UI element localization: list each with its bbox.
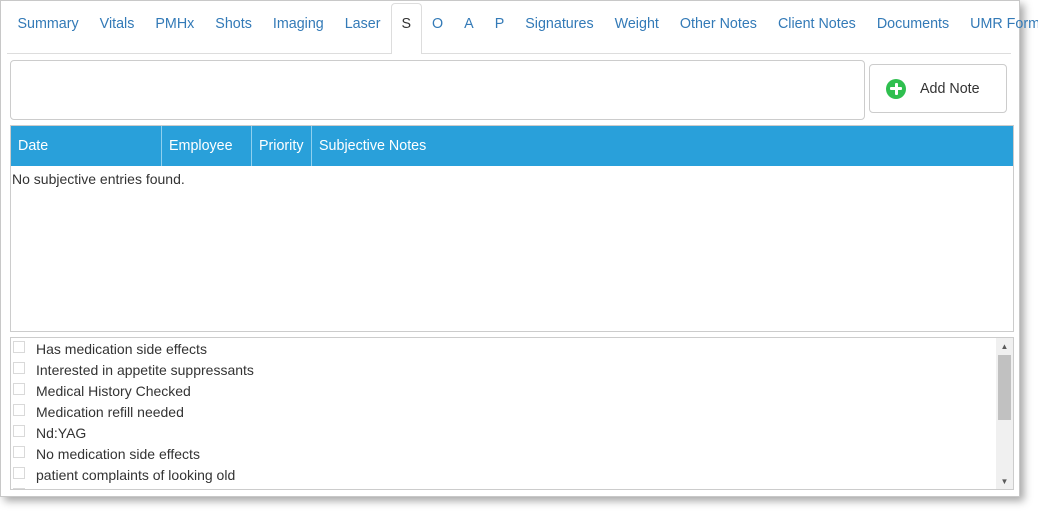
empty-table-message: No subjective entries found.: [12, 171, 185, 187]
vertical-scrollbar[interactable]: ▲ ▼: [996, 338, 1013, 489]
subjective-notes-table: Date Employee Priority Subjective Notes …: [10, 125, 1014, 332]
checkbox[interactable]: [13, 487, 25, 489]
list-item[interactable]: patient complaints of looking old: [11, 464, 1013, 485]
tab-umr-forms[interactable]: UMR Forms: [960, 3, 1038, 54]
list-item[interactable]: No medication side effects: [11, 443, 1013, 464]
chart-panel: Summary Vitals PMHx Shots Imaging Laser …: [0, 0, 1038, 497]
tab-weight[interactable]: Weight: [604, 3, 669, 54]
list-item[interactable]: Interested in appetite suppressants: [11, 359, 1013, 380]
checkbox-label: Has medication side effects: [36, 340, 207, 357]
list-item[interactable]: Nd:YAG: [11, 422, 1013, 443]
scroll-down-arrow-icon[interactable]: ▼: [996, 473, 1013, 489]
column-header-priority[interactable]: Priority: [252, 126, 312, 166]
checkbox[interactable]: [13, 340, 25, 353]
list-item[interactable]: Has medication side effects: [11, 338, 1013, 359]
checkbox-label: patient complaints of looking old: [36, 466, 236, 483]
tab-s[interactable]: S: [391, 3, 422, 54]
checkbox-label: Interested in appetite suppressants: [36, 361, 254, 378]
checkbox-label: Medical History Checked: [36, 382, 191, 399]
tab-a[interactable]: A: [454, 3, 485, 54]
tab-bar: Summary Vitals PMHx Shots Imaging Laser …: [7, 3, 1038, 54]
tab-shots[interactable]: Shots: [205, 3, 263, 54]
list-item[interactable]: Medical History Checked: [11, 380, 1013, 401]
tab-imaging[interactable]: Imaging: [262, 3, 334, 54]
checkbox[interactable]: [13, 466, 25, 479]
tab-summary[interactable]: Summary: [7, 3, 89, 54]
tab-other-notes[interactable]: Other Notes: [669, 3, 767, 54]
tab-signatures[interactable]: Signatures: [515, 3, 604, 54]
add-note-button[interactable]: Add Note: [869, 64, 1007, 113]
checkbox[interactable]: [13, 445, 25, 458]
plus-circle-icon: [886, 78, 906, 99]
table-header: Date Employee Priority Subjective Notes: [11, 126, 1013, 166]
scroll-up-arrow-icon[interactable]: ▲: [996, 338, 1013, 354]
checkbox[interactable]: [13, 403, 25, 416]
tab-laser[interactable]: Laser: [334, 3, 391, 54]
column-header-subjective-notes[interactable]: Subjective Notes: [312, 126, 1013, 166]
checkbox[interactable]: [13, 361, 25, 374]
tab-p[interactable]: P: [484, 3, 515, 54]
subjective-checklist: Has medication side effects Interested i…: [10, 337, 1014, 490]
checkbox-label: Medication refill needed: [36, 403, 184, 420]
tab-o[interactable]: O: [422, 3, 454, 54]
list-item-partial[interactable]: [11, 485, 1013, 489]
column-header-employee[interactable]: Employee: [162, 126, 252, 166]
tab-pmhx[interactable]: PMHx: [145, 3, 205, 54]
checkbox[interactable]: [13, 424, 25, 437]
scrollbar-thumb[interactable]: [998, 355, 1011, 420]
checkbox-label: Nd:YAG: [36, 424, 87, 441]
tab-vitals[interactable]: Vitals: [89, 3, 145, 54]
add-note-label: Add Note: [920, 80, 980, 97]
column-header-date[interactable]: Date: [11, 126, 162, 166]
tab-client-notes[interactable]: Client Notes: [767, 3, 866, 54]
checkbox-label: No medication side effects: [36, 445, 200, 462]
note-input[interactable]: [10, 60, 865, 120]
checkbox[interactable]: [13, 382, 25, 395]
tab-documents[interactable]: Documents: [866, 3, 959, 54]
list-item[interactable]: Medication refill needed: [11, 401, 1013, 422]
